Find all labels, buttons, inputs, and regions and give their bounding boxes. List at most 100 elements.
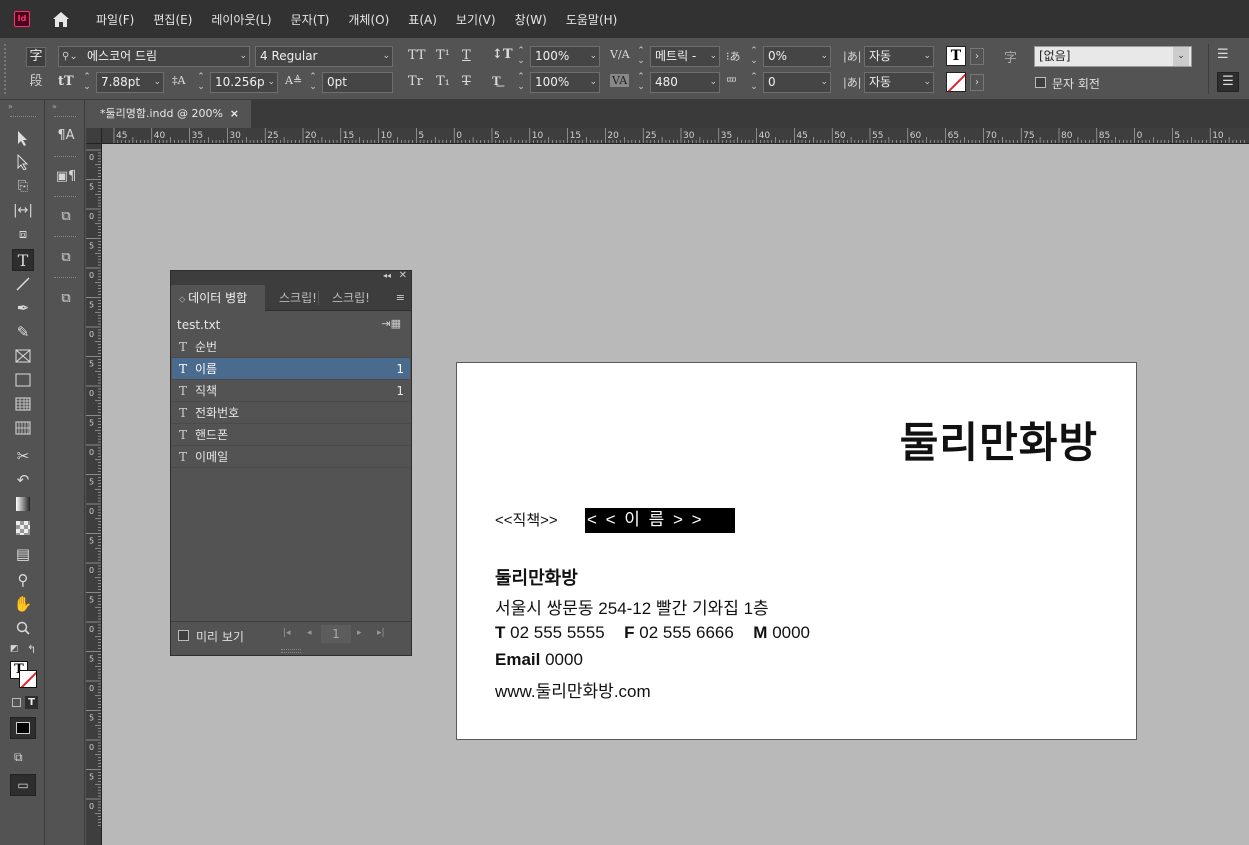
align-left-icon[interactable]: ☰ [1217, 47, 1237, 65]
home-icon[interactable] [50, 9, 72, 29]
kerning-stepper[interactable]: ⌃ ⌄ [634, 46, 648, 67]
ruler-origin[interactable] [86, 128, 102, 144]
gradient-swatch-tool-icon[interactable] [12, 493, 34, 515]
close-panel-icon[interactable]: ✕ [399, 270, 407, 281]
links-icon[interactable]: ⧉ [55, 246, 77, 268]
screen-mode-icon[interactable]: ▭ [10, 774, 36, 796]
chevron-down-icon[interactable]: ⌄ [923, 47, 931, 66]
menu-help[interactable]: 도움말(H) [566, 11, 618, 28]
horizontal-scale-stepper[interactable]: ⌃ ⌄ [514, 72, 528, 93]
baseline-shift-stepper[interactable]: ⌃ ⌄ [306, 72, 320, 93]
chevron-down-icon[interactable]: ⌄ [153, 73, 161, 92]
create-merged-document-icon[interactable]: ⇥▦ [381, 317, 401, 330]
paragraph-styles-icon[interactable]: ▣¶ [55, 165, 77, 187]
document-page[interactable]: 둘리만화방 <<직책>> < < 이 름 > > 둘리만화방 서울시 쌍문동 2… [456, 362, 1137, 740]
last-record-icon[interactable]: ▸| [377, 628, 385, 638]
gradient-feather-tool-icon[interactable] [12, 517, 34, 539]
menu-view[interactable]: 보기(V) [456, 11, 496, 28]
document-tab[interactable]: *둘리명함.indd @ 200% × [86, 100, 252, 128]
field-row[interactable]: T 순번 [172, 336, 410, 358]
close-tab-icon[interactable]: × [230, 100, 239, 128]
apply-color-button[interactable] [10, 717, 36, 739]
company-name[interactable]: 둘리만화방 [495, 564, 578, 590]
font-family-field[interactable]: ⚲⌄ 에스코어 드림 ⌄ [58, 46, 250, 67]
vertical-grid-tool-icon[interactable] [12, 417, 34, 439]
field-row[interactable]: T 전화번호 [172, 402, 410, 424]
panel-grip[interactable] [4, 44, 14, 94]
aki-before-field[interactable]: 자동 ⌄ [864, 46, 934, 67]
tsume-field[interactable]: 0% ⌄ [763, 46, 831, 67]
content-collector-icon[interactable]: ⧈ [12, 223, 34, 245]
eyedropper-tool-icon[interactable]: ⚲ [12, 569, 34, 591]
selection-tool-icon[interactable] [12, 127, 34, 149]
character-style-field[interactable]: [없음] ⌄ [1034, 46, 1192, 67]
collapse-icon[interactable]: » [8, 102, 13, 111]
page-tool-icon[interactable]: ⎘ [12, 175, 34, 197]
name-field-selected[interactable]: < < 이 름 > > [585, 508, 735, 533]
menu-file[interactable]: 파일(F) [96, 11, 134, 28]
tab-data-merge[interactable]: ⬦ 데이터 병합 [171, 285, 265, 311]
default-colors-icon[interactable]: ◩ [10, 644, 19, 654]
horizontal-ruler[interactable]: 45 40 35 30 25 20 15 10 5 0 5 10 15 20 25 30 35 40 45 50 55 6… [86, 128, 1249, 144]
preview-checkbox[interactable] [178, 630, 189, 641]
pen-tool-icon[interactable]: ✒ [12, 297, 34, 319]
chevron-down-icon[interactable]: ⌄ [1173, 47, 1189, 66]
email-line[interactable]: Email 0000 [495, 650, 583, 670]
panel-menu-icon[interactable]: ≡ [396, 291, 405, 304]
stroke-swatch[interactable] [19, 670, 37, 688]
formatting-container-icon[interactable] [12, 698, 21, 707]
grid-aki-stepper[interactable]: ⌃ ⌄ [747, 72, 761, 93]
horizontal-scale-field[interactable]: 100% ⌄ [530, 72, 600, 93]
small-caps-icon[interactable]: Tr [408, 74, 423, 89]
text-stroke-swatch[interactable] [946, 72, 966, 92]
font-style-field[interactable]: 4 Regular ⌄ [255, 46, 393, 67]
superscript-icon[interactable]: T¹ [436, 48, 450, 63]
leading-field[interactable]: 10.256p ⌄ [210, 72, 278, 93]
grid-aki-field[interactable]: 0 ⌄ [763, 72, 831, 93]
chevron-down-icon[interactable]: ⌄ [589, 47, 597, 66]
character-mode-button[interactable]: 字 [26, 47, 46, 67]
rectangle-frame-tool-icon[interactable] [12, 345, 34, 367]
chevron-down-icon[interactable]: ⌄ [820, 73, 828, 92]
rectangle-tool-icon[interactable] [12, 369, 34, 391]
layers-icon[interactable]: ⧉ [55, 205, 77, 227]
leading-stepper[interactable]: ⌃ ⌄ [194, 72, 208, 93]
kerning-field[interactable]: 메트릭 - ⌄ [650, 46, 720, 67]
field-row[interactable]: T 이메일 [172, 446, 410, 468]
field-row[interactable]: T 직책 1 [172, 380, 410, 402]
menu-edit[interactable]: 편집(E) [153, 11, 192, 28]
brand-title[interactable]: 둘리만화방 [900, 409, 1098, 470]
strikethrough-icon[interactable]: T [462, 74, 471, 89]
gap-tool-icon[interactable]: |↔| [12, 199, 34, 221]
baseline-shift-field[interactable]: 0pt [322, 72, 393, 93]
tab-script-label[interactable]: 스크립! [332, 285, 370, 311]
field-row-selected[interactable]: T 이름 1 [172, 358, 410, 380]
scissors-tool-icon[interactable]: ✂ [12, 445, 34, 467]
font-size-stepper[interactable]: ⌃ ⌄ [80, 72, 94, 93]
vertical-scale-field[interactable]: 100% ⌄ [530, 46, 600, 67]
menu-window[interactable]: 창(W) [515, 11, 547, 28]
data-merge-icon[interactable]: ⧉ [55, 287, 77, 309]
tsume-stepper[interactable]: ⌃ ⌄ [747, 46, 761, 67]
menu-object[interactable]: 개체(O) [348, 11, 389, 28]
job-title-field[interactable]: <<직책>> [495, 509, 558, 530]
expand-icon[interactable]: » [52, 102, 57, 111]
chevron-down-icon[interactable]: ⌄ [239, 47, 247, 66]
tracking-stepper[interactable]: ⌃ ⌄ [634, 72, 648, 93]
panel-title-bar[interactable]: ◂◂ ✕ [171, 270, 411, 285]
chevron-down-icon[interactable]: ⌄ [709, 73, 717, 92]
chevron-right-icon[interactable]: › [970, 48, 984, 65]
line-tool-icon[interactable] [12, 273, 34, 295]
character-styles-icon[interactable]: ¶A [55, 124, 77, 146]
aki-after-field[interactable]: 자동 ⌄ [864, 72, 934, 93]
field-row[interactable]: T 핸드폰 [172, 424, 410, 446]
swap-colors-icon[interactable]: ↰ [27, 643, 36, 656]
subscript-icon[interactable]: T₁ [436, 74, 450, 89]
note-tool-icon[interactable]: ▤ [12, 543, 34, 565]
tracking-field[interactable]: 480 ⌄ [650, 72, 720, 93]
pencil-tool-icon[interactable]: ✎ [12, 321, 34, 343]
hand-tool-icon[interactable]: ✋ [12, 593, 34, 615]
first-record-icon[interactable]: |◂ [283, 628, 291, 638]
paragraph-mode-button[interactable]: 段 [26, 72, 46, 92]
next-record-icon[interactable]: ▸ [357, 628, 362, 638]
